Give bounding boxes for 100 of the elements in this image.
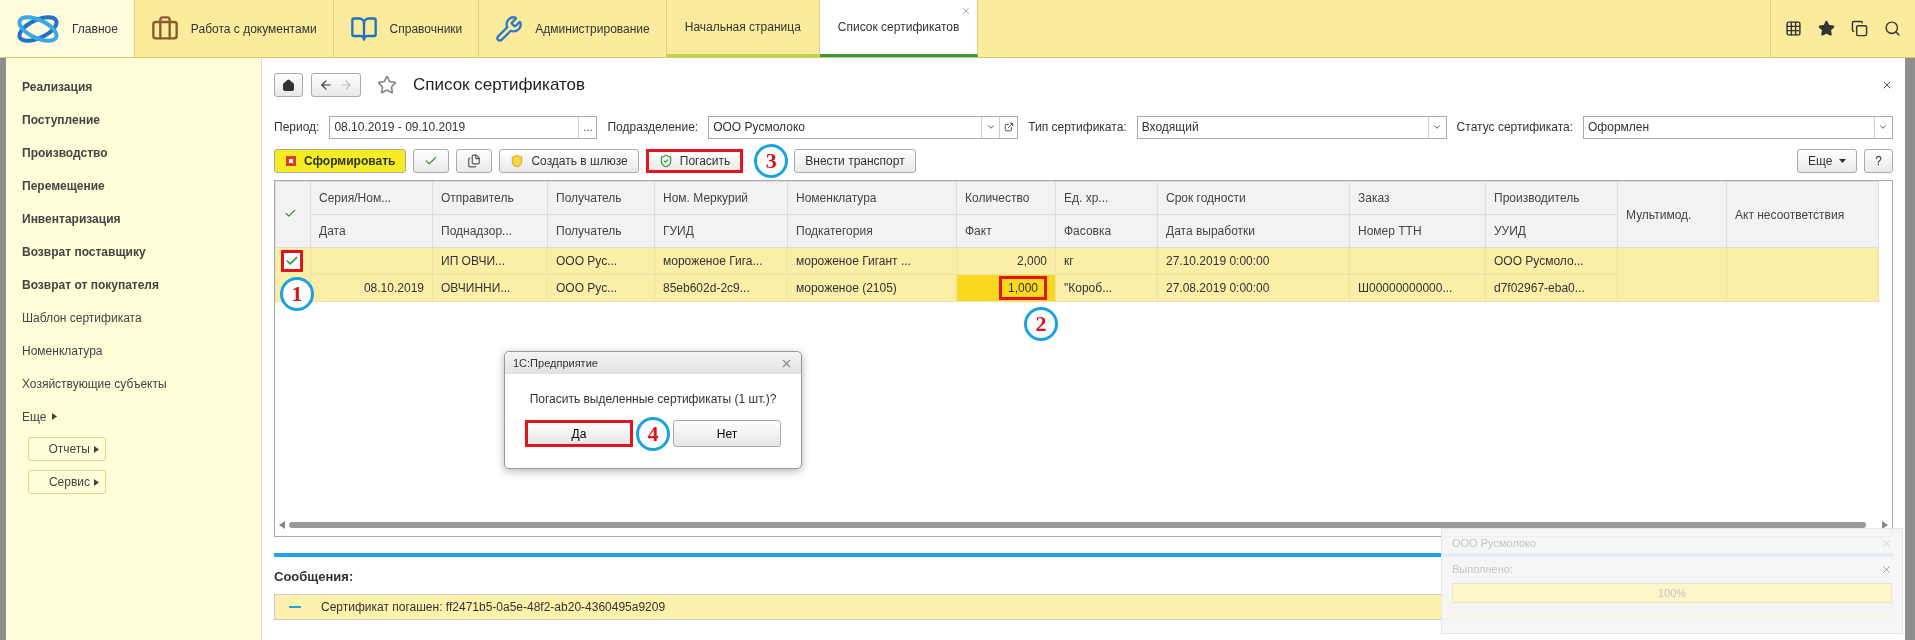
help-button[interactable]: ? (1864, 149, 1893, 173)
sidebar-item[interactable]: Хозяйствующие субъекты (22, 367, 261, 400)
dialog-title: 1С:Предприятие (513, 357, 598, 369)
column-header[interactable]: Номенклатура (787, 181, 957, 215)
scroll-right-icon[interactable] (1882, 521, 1888, 529)
column-header[interactable]: Заказ (1349, 181, 1486, 215)
callout-marker: 4 (636, 417, 670, 451)
column-header[interactable]: Дата (310, 214, 433, 248)
page-tab[interactable]: Список сертификатов (819, 0, 979, 57)
table-cell: мороженое Гигант ... (787, 247, 957, 275)
create-in-gateway-button[interactable]: Создать в шлюзе (499, 149, 639, 173)
table-cell: ИП ОВЧИ... (432, 247, 548, 275)
column-header[interactable]: Фасовка (1055, 214, 1158, 248)
apps-grid-icon[interactable] (1785, 20, 1802, 37)
copy-icon (467, 154, 482, 168)
column-header[interactable]: Количество (956, 181, 1056, 215)
column-header[interactable]: ГУИД (654, 214, 788, 248)
column-header[interactable]: Факт (956, 214, 1056, 248)
check-button[interactable] (413, 149, 450, 173)
sidebar-item[interactable]: Поступление (22, 103, 261, 136)
filter-label: Подразделение: (607, 120, 699, 134)
section-tab[interactable]: Главное (0, 0, 135, 57)
filter-field[interactable]: Оформлен (1583, 115, 1893, 139)
table-cell: ООО Рус... (547, 274, 655, 302)
callout-marker: 1 (280, 277, 314, 311)
table-cell: "Короб... (1055, 274, 1158, 302)
sidebar-item[interactable]: Производство (22, 136, 261, 169)
filter-field[interactable]: ООО Русмолоко (708, 115, 1019, 139)
filter-field[interactable]: Входящий (1136, 115, 1447, 139)
sidebar-item[interactable]: Инвентаризация (22, 202, 261, 235)
section-label: Главное (72, 21, 118, 36)
check-icon (285, 254, 299, 268)
column-header[interactable]: Номер ТТН (1349, 214, 1486, 248)
filter-field[interactable]: 08.10.2019 - 09.10.2019 ... (329, 115, 598, 139)
section-tab[interactable]: Справочники (333, 0, 480, 57)
column-header[interactable]: Получатель (547, 214, 655, 248)
section-label: Справочники (389, 21, 463, 36)
briefcase-icon (150, 14, 179, 43)
more-link[interactable]: Еще (22, 400, 261, 433)
table-cell: мороженое Гига... (654, 247, 788, 275)
home-button[interactable] (274, 73, 303, 97)
column-header[interactable]: Получатель (547, 181, 655, 215)
column-header[interactable]: Ном. Меркурий (654, 181, 788, 215)
search-icon[interactable] (1884, 20, 1901, 37)
column-header[interactable]: Серия/Ном... (310, 181, 433, 215)
favorite-star-icon[interactable] (377, 75, 397, 95)
sidebar-item[interactable]: Шаблон сертификата (22, 301, 261, 334)
column-header[interactable]: Отправитель (432, 181, 548, 215)
close-icon[interactable] (1881, 79, 1893, 91)
sidebar-item[interactable]: Реализация (22, 70, 261, 103)
sidebar-item[interactable]: Возврат поставщику (22, 235, 261, 268)
copy-button[interactable] (456, 149, 493, 173)
column-header[interactable]: Срок годности (1157, 181, 1350, 215)
back-forward-button[interactable] (311, 73, 361, 97)
column-header[interactable]: Дата выработки (1157, 214, 1350, 248)
table-cell: d7f02967-eba0... (1485, 274, 1618, 302)
table-cell: кг (1055, 247, 1158, 275)
dropdown-icon (1432, 122, 1443, 132)
open-icon (1003, 122, 1014, 132)
sidebar-item[interactable]: Возврат от покупателя (22, 268, 261, 301)
filter-label: Статус сертификата: (1456, 120, 1574, 134)
report-icon (285, 155, 297, 167)
column-header[interactable]: Поднадзор... (432, 214, 548, 248)
column-header[interactable]: Акт несоответствия (1726, 181, 1879, 248)
home-icon (282, 78, 295, 92)
sidebar-item[interactable]: Перемещение (22, 169, 261, 202)
sidebar-menu-button[interactable]: Отчеты (28, 437, 106, 461)
shield-icon (510, 154, 525, 168)
more-menu-button[interactable]: Еще (1796, 149, 1858, 173)
caret-icon (94, 445, 99, 453)
table-cell: ОВЧИННИ... (432, 274, 548, 302)
transport-button[interactable]: Внести транспорт (794, 149, 916, 173)
section-label: Работа с документами (190, 21, 317, 36)
table-cell: 27.10.2019 0:00:00 (1157, 247, 1350, 275)
caret-icon (1839, 159, 1847, 163)
horizontal-scrollbar[interactable] (279, 518, 1888, 532)
table-cell: Ш00000000000... (1349, 274, 1486, 302)
table-cell: 08.10.2019 (310, 274, 433, 302)
column-header[interactable]: Ед. хр... (1055, 181, 1158, 215)
sidebar-item[interactable]: Номенклатура (22, 334, 261, 367)
dialog-button[interactable]: Нет (673, 420, 781, 447)
table-cell: мороженое (2105) (787, 274, 957, 302)
sidebar-menu-button[interactable]: Сервис (28, 470, 106, 494)
column-header[interactable]: УУИД (1485, 214, 1618, 248)
column-header[interactable]: Подкатегория (787, 214, 957, 248)
section-tab[interactable]: Работа с документами (134, 0, 334, 57)
back-icon (319, 78, 333, 92)
shield-check-icon (658, 154, 673, 168)
favorites-icon[interactable] (1818, 20, 1835, 37)
column-header[interactable]: Производитель (1485, 181, 1618, 215)
scroll-left-icon[interactable] (279, 521, 285, 529)
filter-label: Тип сертификата: (1028, 120, 1127, 134)
generate-button[interactable]: Сформировать (274, 149, 407, 173)
table-cell: 27.08.2019 0:00:00 (1157, 274, 1350, 302)
table-cell: ООО Русмоло... (1485, 247, 1618, 275)
table-cell: ООО Рус... (547, 247, 655, 275)
caret-icon (94, 478, 99, 486)
form-title: Список сертификатов (413, 75, 587, 95)
section-tab[interactable]: Администрирование (479, 0, 667, 57)
column-header[interactable]: Мультимод. (1617, 181, 1727, 248)
